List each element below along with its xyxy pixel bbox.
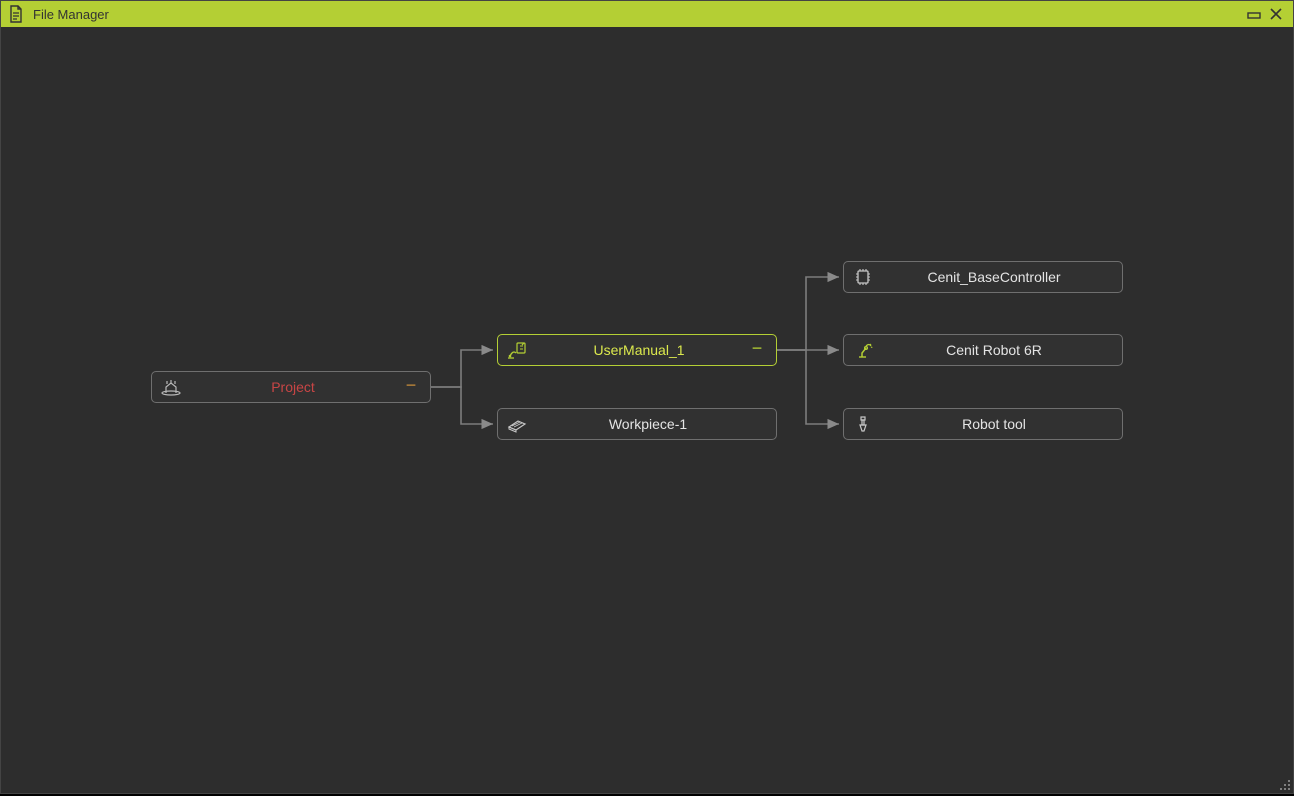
node-tool[interactable]: Robot tool bbox=[843, 408, 1123, 440]
graph-canvas[interactable]: Project − UserManual_1 − bbox=[1, 27, 1293, 793]
app-icon bbox=[7, 5, 25, 23]
window-title: File Manager bbox=[33, 7, 109, 22]
workpiece-icon bbox=[504, 415, 530, 433]
node-label: Robot tool bbox=[876, 416, 1112, 432]
node-label: Workpiece-1 bbox=[530, 416, 766, 432]
node-workpiece[interactable]: Workpiece-1 bbox=[497, 408, 777, 440]
node-label: UserManual_1 bbox=[530, 342, 748, 358]
tool-icon bbox=[850, 414, 876, 434]
node-usermanual[interactable]: UserManual_1 − bbox=[497, 334, 777, 366]
controller-icon bbox=[850, 267, 876, 287]
titlebar[interactable]: File Manager bbox=[1, 1, 1293, 27]
station-icon bbox=[504, 340, 530, 360]
robot-icon bbox=[850, 340, 876, 360]
file-manager-window: File Manager bbox=[0, 0, 1294, 794]
node-controller[interactable]: Cenit_BaseController bbox=[843, 261, 1123, 293]
close-button[interactable] bbox=[1265, 3, 1287, 25]
node-label: Project bbox=[184, 379, 402, 395]
node-label: Cenit Robot 6R bbox=[876, 342, 1112, 358]
node-label: Cenit_BaseController bbox=[876, 269, 1112, 285]
node-robot[interactable]: Cenit Robot 6R bbox=[843, 334, 1123, 366]
minimize-button[interactable] bbox=[1243, 3, 1265, 25]
node-project[interactable]: Project − bbox=[151, 371, 431, 403]
resize-grip[interactable] bbox=[1277, 777, 1291, 791]
project-icon bbox=[158, 377, 184, 397]
